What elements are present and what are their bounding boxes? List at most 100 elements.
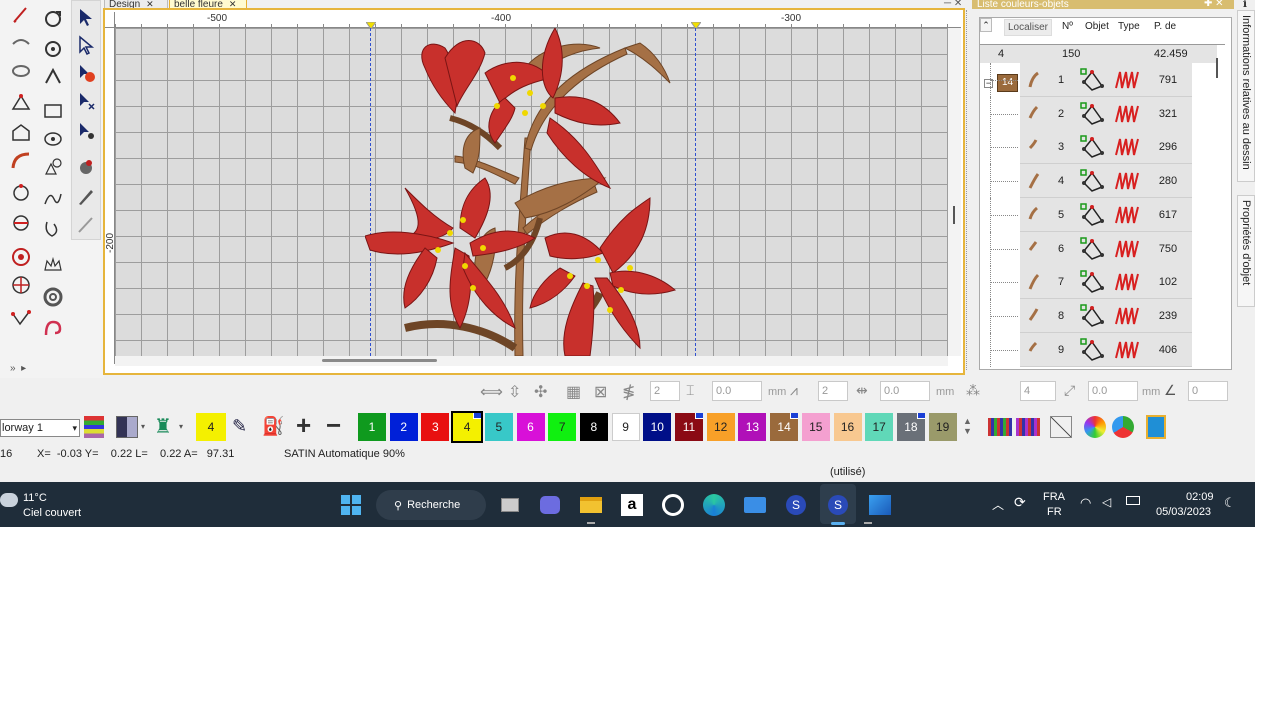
remove-color-icon[interactable]: − (326, 412, 350, 438)
palette-icon[interactable] (116, 416, 138, 438)
spacing-field[interactable]: 0.0 (712, 381, 762, 401)
spacing-icon[interactable]: ⌶ (686, 382, 694, 399)
eyedropper-icon[interactable]: ✎ (232, 416, 258, 438)
language-code[interactable]: FRA (1043, 491, 1065, 503)
arc-tool-icon[interactable] (8, 30, 34, 56)
list-item[interactable]: 8 239 (980, 298, 1217, 333)
rosette-tool-icon[interactable] (8, 244, 34, 270)
needle-tool-icon[interactable] (73, 212, 99, 238)
current-color-swatch[interactable]: 4 (196, 413, 226, 441)
color-sphere-icon[interactable] (1112, 416, 1134, 438)
color-swatch-7[interactable]: 7 (548, 413, 577, 441)
no-color-icon[interactable] (1050, 416, 1072, 438)
color-swatch-9[interactable]: 9 (611, 413, 640, 441)
thread-chart-icon[interactable] (988, 418, 1012, 436)
windows-start-icon[interactable] (335, 489, 367, 521)
select-stitch-icon[interactable] (73, 88, 99, 114)
clock-date[interactable]: 05/03/2023 (1156, 506, 1211, 518)
pencil-tool-icon[interactable] (8, 2, 34, 28)
cloud-icon[interactable] (0, 493, 18, 507)
localiser-button[interactable]: Localiser (1004, 19, 1052, 36)
speaker-icon[interactable]: ◁ (1102, 495, 1111, 509)
mirror-vertical-icon[interactable]: ⇳ (508, 382, 530, 404)
angle-field[interactable]: 0 (1188, 381, 1228, 401)
list-item[interactable]: 2 321 (980, 96, 1217, 131)
paint-bucket-icon[interactable]: ⛽ (262, 416, 288, 438)
angle-icon[interactable]: ∠ (1164, 382, 1177, 399)
list-item[interactable]: 3 296 (980, 130, 1217, 165)
thread-chart-alt-icon[interactable] (1016, 418, 1040, 436)
keyboard-layout[interactable]: FR (1047, 506, 1062, 518)
sync-icon[interactable]: ⟳ (1014, 494, 1026, 511)
color-swatch-8[interactable]: 8 (579, 413, 608, 441)
vertical-scrollbar[interactable] (948, 28, 961, 356)
color-swatch-5[interactable]: 5 (484, 413, 513, 441)
color-swatch-11[interactable]: 11 (675, 413, 703, 441)
file-explorer-icon[interactable] (575, 489, 607, 521)
polygon-tool-icon[interactable] (8, 90, 34, 116)
select-arrow-icon[interactable] (73, 4, 99, 30)
moon-icon[interactable]: ☾ (1224, 495, 1236, 511)
tab-design-info[interactable]: Informations relatives au dessin (1237, 10, 1255, 182)
app-circle-icon[interactable] (657, 489, 689, 521)
color-swatch-18[interactable]: 18 (896, 413, 925, 441)
battery-icon[interactable] (1126, 496, 1140, 505)
list-item[interactable]: 6 750 (980, 231, 1217, 266)
color-swatch-3[interactable]: 3 (421, 413, 450, 441)
width-field[interactable]: 0.0 (880, 381, 930, 401)
spiral-tool-icon[interactable] (40, 284, 66, 310)
collapse-all-icon[interactable]: ⌃ (980, 18, 992, 32)
color-swatch-17[interactable]: 17 (865, 413, 894, 441)
hand-tool-icon[interactable] (73, 154, 99, 180)
nodes-icon[interactable]: ⁂ (966, 382, 980, 399)
list-item[interactable]: 5 617 (980, 197, 1217, 232)
list-item[interactable]: 1 791 (980, 63, 1217, 97)
split-tool-icon[interactable] (8, 210, 34, 236)
chevron-down-icon[interactable]: ▾ (141, 422, 145, 431)
offset-field[interactable]: 0.0 (1088, 381, 1138, 401)
summary-row[interactable]: 4 150 42.459 (980, 45, 1217, 63)
color-swatch-1[interactable]: 1 (358, 413, 386, 441)
color-swatch-10[interactable]: 10 (643, 413, 672, 441)
ellipse-tool-icon[interactable] (8, 58, 34, 84)
stitch-count-field[interactable]: 2 (650, 381, 680, 401)
rotate-tool-icon[interactable] (40, 6, 66, 32)
color-wheel-icon[interactable] (1084, 416, 1106, 438)
swirl-tool-icon[interactable] (40, 316, 66, 342)
chevron-up-icon[interactable]: ︿ (992, 496, 1004, 513)
offset-icon[interactable]: ⤢ (1064, 382, 1075, 399)
color-swatch-2[interactable]: 2 (389, 413, 418, 441)
node-tool-icon[interactable] (8, 180, 34, 206)
list-scroll-thumb[interactable] (1216, 58, 1218, 78)
swatch-scroll-icon[interactable]: ▲ ▼ (963, 416, 972, 436)
more-tools-chevron-icon[interactable]: » ▸ (10, 363, 26, 374)
tab-object-properties[interactable]: Propriétés d'objet (1237, 195, 1255, 307)
window-controls-icon[interactable]: ─ ✕ (944, 0, 962, 9)
color-chart-icon[interactable] (84, 416, 104, 438)
photos-app-icon[interactable] (864, 489, 896, 521)
zigzag-icon[interactable]: ⩘ (790, 382, 798, 399)
lily-embroidery-design[interactable] (365, 28, 705, 356)
density-field[interactable]: 4 (1020, 381, 1056, 401)
clock-time[interactable]: 02:09 (1186, 491, 1214, 503)
crown-tool-icon[interactable] (40, 252, 66, 278)
rotate-cw-tool-icon[interactable] (40, 36, 66, 62)
chevron-down-icon[interactable]: ▾ (179, 422, 183, 431)
curve-tool-icon[interactable] (8, 148, 34, 174)
select-points-icon[interactable] (73, 118, 99, 144)
shapes-tool-icon[interactable] (40, 154, 66, 180)
circle-tool-icon[interactable] (40, 126, 66, 152)
embroidery-grid[interactable] (115, 28, 948, 356)
weather-temperature[interactable]: 11°C (23, 492, 47, 504)
taskbar-search[interactable]: ⚲ Recherche (376, 490, 486, 520)
list-item[interactable]: 7 102 (980, 265, 1217, 300)
color-swatch-13[interactable]: 13 (738, 413, 767, 441)
bezier-tool-icon[interactable] (40, 186, 66, 212)
list-item[interactable]: 4 280 (980, 164, 1217, 199)
house-shape-tool-icon[interactable] (8, 120, 34, 146)
teams-chat-icon[interactable] (534, 489, 566, 521)
thread-spool-icon[interactable] (1146, 415, 1166, 439)
wifi-icon[interactable]: ◠ (1080, 495, 1091, 511)
mirror-horizontal-icon[interactable]: ⟺ (480, 382, 503, 404)
color-swatch-6[interactable]: 6 (516, 413, 545, 441)
